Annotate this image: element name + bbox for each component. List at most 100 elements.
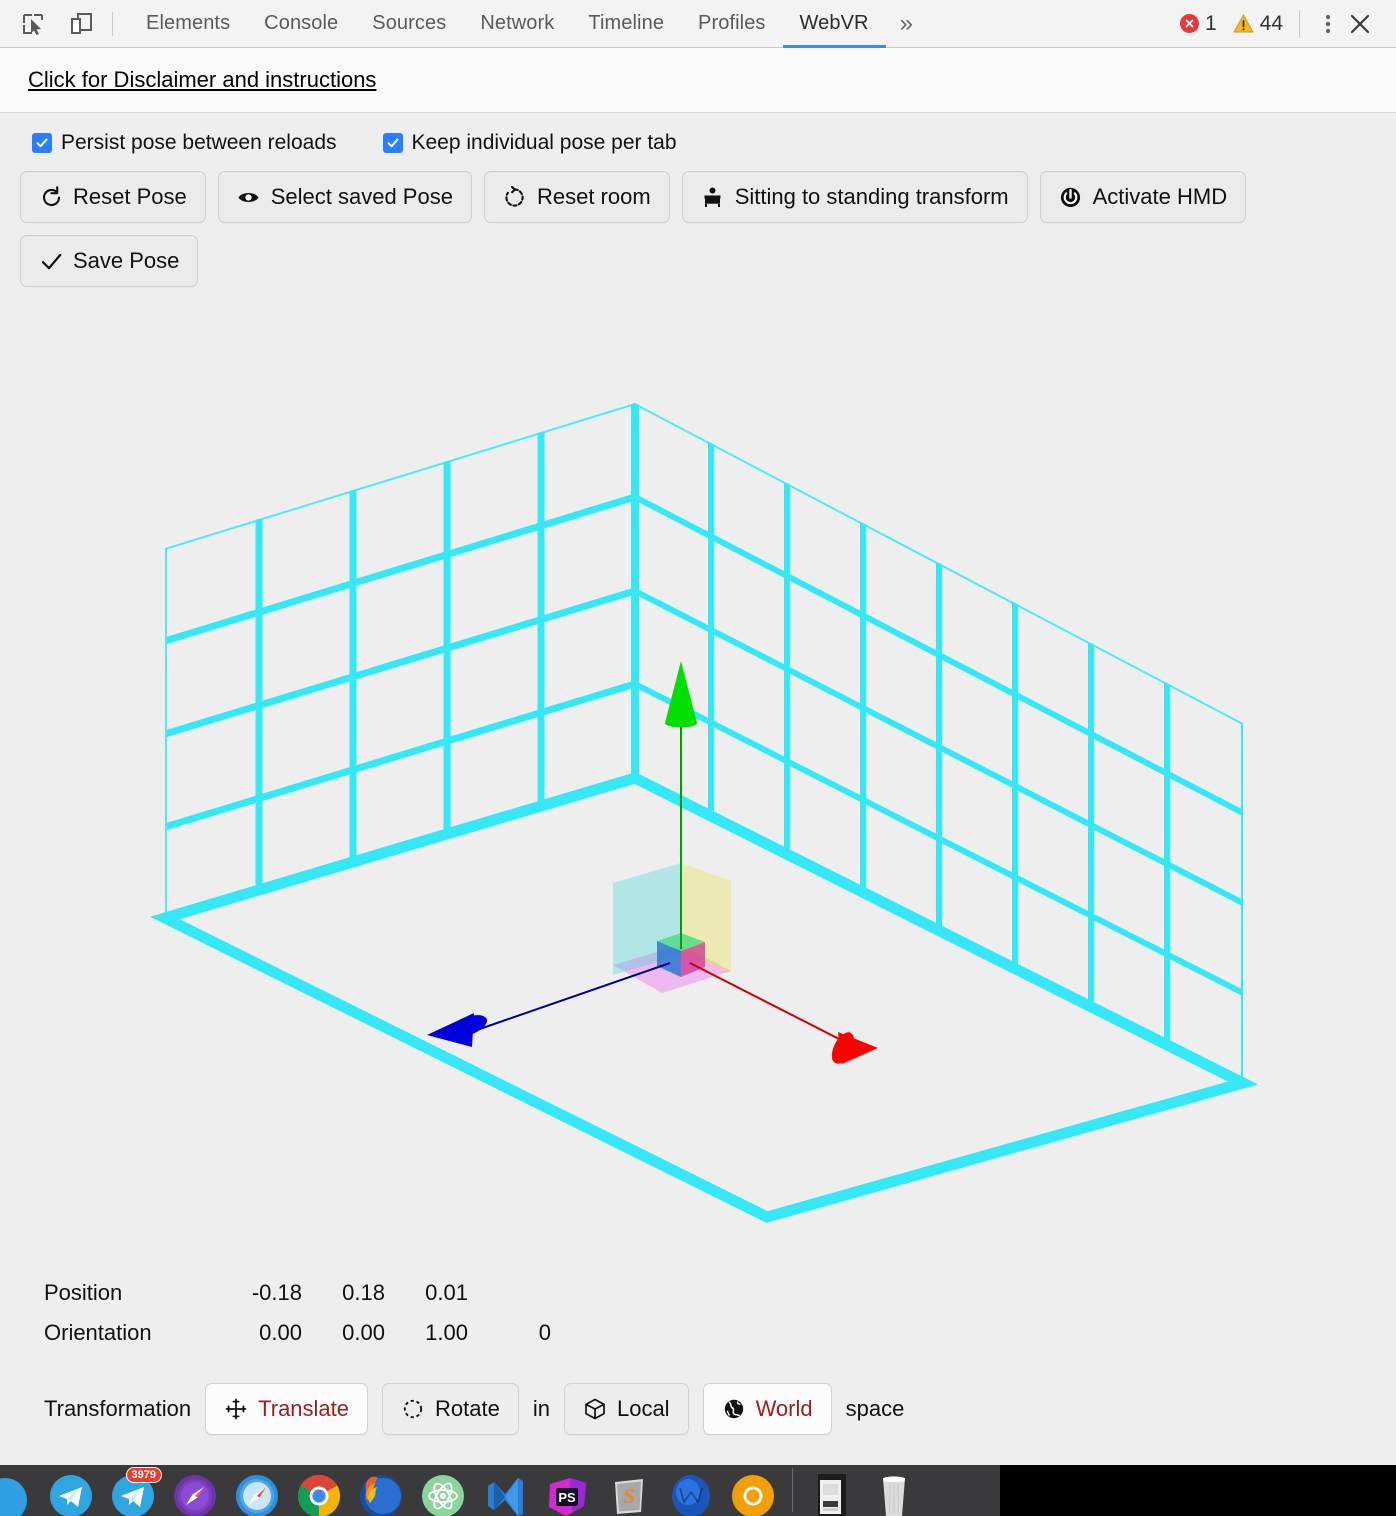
translate-button[interactable]: Translate — [205, 1383, 369, 1435]
pose-readout: Position -0.18 0.18 0.01 Orientation 0.0… — [0, 1280, 1396, 1360]
checkbox-persist-pose[interactable]: Persist pose between reloads — [32, 131, 337, 155]
warning-count: 44 — [1259, 11, 1283, 35]
local-space-button[interactable]: Local — [563, 1383, 689, 1435]
svg-text:S: S — [623, 1484, 635, 1508]
checkbox-label: Persist pose between reloads — [61, 131, 337, 154]
tab-profiles[interactable]: Profiles — [681, 0, 783, 48]
checkbox-row: Persist pose between reloads Keep indivi… — [0, 113, 1396, 155]
reset-pose-button[interactable]: Reset Pose — [20, 171, 206, 223]
firefox-icon[interactable] — [350, 1465, 412, 1516]
gizmo-planes — [613, 863, 731, 993]
sublime-text-icon[interactable]: S — [598, 1465, 660, 1516]
devtools-tab-list: Elements Console Sources Network Timelin… — [129, 0, 927, 48]
tab-sources[interactable]: Sources — [355, 0, 463, 48]
left-wall-grid — [165, 403, 635, 918]
tab-webvr[interactable]: WebVR — [782, 0, 886, 48]
rotate-dashed-icon — [503, 185, 527, 209]
devtools-toolbar: Elements Console Sources Network Timelin… — [0, 0, 1396, 48]
trash-icon[interactable] — [863, 1465, 925, 1516]
orientation-row: Orientation 0.00 0.00 1.00 0 — [44, 1320, 1396, 1360]
action-button-row: Reset Pose Select saved Pose Reset room … — [0, 155, 1396, 287]
sitting-to-standing-button[interactable]: Sitting to standing transform — [681, 171, 1028, 223]
devtools-toolbar-right: 1 44 — [1179, 8, 1396, 40]
orientation-z: 1.00 — [425, 1320, 468, 1345]
tab-timeline[interactable]: Timeline — [571, 0, 681, 48]
disclaimer-bar: Click for Disclaimer and instructions — [0, 48, 1396, 113]
checkbox-keep-pose-per-tab[interactable]: Keep individual pose per tab — [382, 131, 677, 155]
power-icon — [1059, 185, 1083, 209]
select-saved-pose-button[interactable]: Select saved Pose — [217, 171, 472, 223]
button-label: Select saved Pose — [270, 184, 453, 209]
webstorm-icon[interactable] — [660, 1465, 722, 1516]
transformation-row: Transformation Translate Rotate in Local… — [0, 1383, 1396, 1435]
inspect-element-icon[interactable] — [18, 9, 48, 39]
vr-room-scene[interactable] — [0, 393, 1396, 1393]
toolbar-divider — [112, 11, 113, 36]
devtools-icon-group — [0, 9, 96, 39]
checkbox-label: Keep individual pose per tab — [411, 131, 677, 154]
macos-dock: 3979 PS S — [0, 1465, 1396, 1516]
eye-icon — [237, 185, 261, 209]
telegram-icon[interactable] — [40, 1465, 102, 1516]
device-toolbar-icon[interactable] — [66, 9, 96, 39]
button-label: Reset Pose — [73, 184, 187, 209]
finder-icon[interactable] — [0, 1465, 40, 1516]
telegram-alt-icon[interactable]: 3979 — [102, 1465, 164, 1516]
save-pose-button[interactable]: Save Pose — [20, 235, 199, 287]
chair-icon — [701, 185, 725, 209]
webvr-panel: Persist pose between reloads Keep indivi… — [0, 113, 1396, 1465]
in-text: in — [532, 1396, 550, 1421]
error-count: 1 — [1204, 11, 1217, 35]
button-label: Activate HMD — [1092, 184, 1228, 209]
photoshop-icon[interactable]: PS — [536, 1465, 598, 1516]
checkbox-checked-icon — [32, 133, 52, 153]
world-label: World — [755, 1396, 813, 1421]
position-z: 0.01 — [425, 1280, 468, 1305]
atom-icon[interactable] — [412, 1465, 474, 1516]
toolbar-separator — [1299, 9, 1300, 38]
tab-elements[interactable]: Elements — [129, 0, 247, 48]
tab-console[interactable]: Console — [247, 0, 355, 48]
button-label: Reset room — [536, 184, 651, 209]
reset-room-button[interactable]: Reset room — [483, 171, 670, 223]
position-row: Position -0.18 0.18 0.01 — [44, 1280, 1396, 1320]
printer-icon[interactable] — [801, 1465, 863, 1516]
dock-right-area — [1000, 1465, 1396, 1516]
chrome-icon[interactable] — [288, 1465, 350, 1516]
dock-separator — [792, 1468, 793, 1512]
screenshot-root: Elements Console Sources Network Timelin… — [0, 0, 1396, 1516]
refresh-icon — [39, 185, 63, 209]
space-text: space — [845, 1396, 905, 1421]
warning-counter[interactable]: 44 — [1232, 11, 1283, 36]
globe-icon — [722, 1397, 746, 1421]
floor-outline — [150, 772, 1259, 1223]
checkbox-checked-icon — [382, 133, 403, 153]
orientation-w: 0 — [538, 1320, 551, 1345]
disclaimer-link[interactable]: Click for Disclaimer and instructions — [28, 67, 376, 93]
axis-z-blue[interactable] — [427, 962, 671, 1047]
visual-studio-icon[interactable] — [474, 1465, 536, 1516]
activate-hmd-button[interactable]: Activate HMD — [1039, 171, 1247, 223]
translate-label: Translate — [258, 1396, 350, 1421]
cube-icon — [583, 1397, 607, 1421]
world-space-button[interactable]: World — [702, 1383, 832, 1435]
error-counter[interactable]: 1 — [1179, 11, 1217, 36]
kebab-menu-icon[interactable] — [1316, 9, 1340, 39]
orientation-x: 0.00 — [259, 1320, 302, 1345]
check-icon — [39, 249, 63, 273]
rotate-button[interactable]: Rotate — [382, 1383, 519, 1435]
position-x: -0.18 — [251, 1280, 302, 1305]
safari-technology-preview-icon[interactable] — [164, 1465, 226, 1516]
rotate-label: Rotate — [435, 1396, 500, 1421]
close-icon[interactable] — [1340, 8, 1380, 40]
tab-network[interactable]: Network — [463, 0, 571, 48]
more-tabs-icon[interactable]: » — [886, 0, 927, 48]
local-label: Local — [616, 1396, 670, 1421]
dock-badge-count: 3979 — [125, 1467, 162, 1484]
svg-text:PS: PS — [558, 1490, 576, 1505]
position-label: Position — [44, 1280, 123, 1305]
transformation-label: Transformation — [44, 1396, 192, 1421]
safari-icon[interactable] — [226, 1465, 288, 1516]
chrome-canary-icon[interactable] — [722, 1465, 784, 1516]
axis-x-red[interactable] — [689, 962, 878, 1067]
